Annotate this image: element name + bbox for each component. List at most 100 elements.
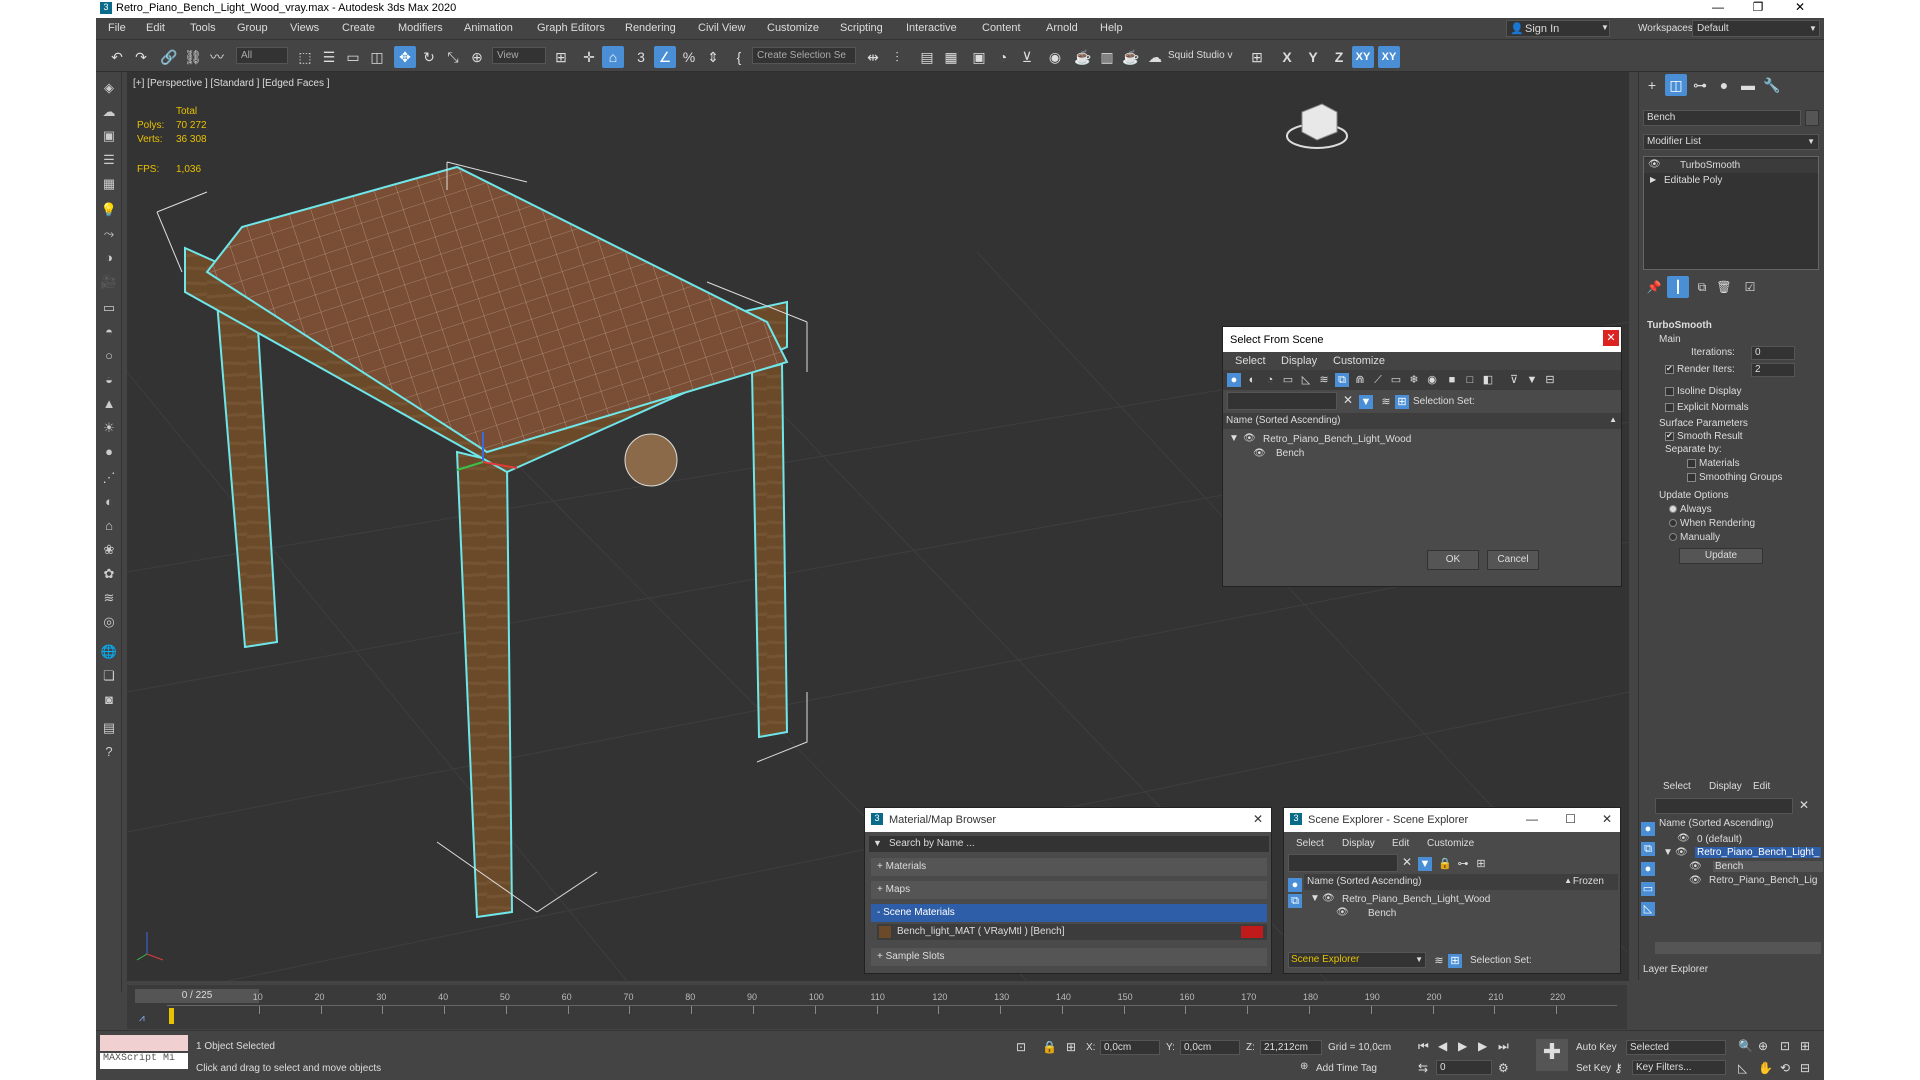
display-tab-icon[interactable]: ▬ [1737,74,1759,96]
stack-item-editable-poly[interactable]: ▶ Editable Poly [1644,174,1818,188]
dialog-menu-customize[interactable]: Customize [1333,355,1385,367]
clear-search-icon[interactable]: ✕ [1402,855,1412,869]
layer-menu-display[interactable]: Display [1709,781,1742,792]
pan-icon[interactable]: ✋ [1758,1061,1773,1075]
rollout-maps[interactable]: + Maps [871,881,1267,899]
material-editor-icon[interactable]: ◉ [1044,46,1066,68]
axis-x-button[interactable]: X [1276,46,1298,68]
expand-arrow-icon[interactable]: ▼ [1310,893,1320,904]
select-all-icon[interactable]: ■ [1445,373,1459,387]
layers-icon[interactable]: ≋ [1379,395,1393,409]
dome-icon[interactable]: ◓ [99,324,119,342]
list-icon[interactable]: ☰ [99,152,119,170]
eye-icon[interactable]: 👁 [1677,833,1690,844]
manipulate-icon[interactable]: ✛ [578,46,600,68]
motion-tab-icon[interactable]: ● [1713,74,1735,96]
menu-scripting[interactable]: Scripting [840,22,883,34]
selection-set-icon[interactable]: ⊞ [1395,395,1409,409]
stack-item-turbosmooth[interactable]: 👁 TurboSmooth [1644,159,1818,173]
filter-toggle-icon[interactable]: ▼ [1359,395,1373,409]
percent-snap-icon[interactable]: % [678,46,700,68]
play-icon[interactable]: ▶ [1458,1039,1467,1053]
filter-funnel-icon[interactable]: ▼ [1525,373,1539,387]
lock-icon[interactable]: 🔒 [1438,857,1452,871]
maximize-icon[interactable]: ☐ [1565,812,1576,826]
explorer-menu-display[interactable]: Display [1342,838,1375,849]
curve-editor-mini-icon[interactable]: ⩘ [139,1013,145,1024]
dialog-menu-select[interactable]: Select [1235,355,1266,367]
hf-icon[interactable]: ≋ [99,590,119,608]
unlink-icon[interactable]: ⛓ [182,46,204,68]
eye-icon[interactable]: 👁 [1322,893,1335,904]
sphere-light-icon[interactable]: ○ [99,348,119,366]
next-frame-icon[interactable]: ▶ [1478,1039,1487,1053]
render-setup-icon[interactable]: ☕ [1072,46,1094,68]
expand-arrow-icon[interactable]: ▼ [1663,847,1673,858]
iterations-spinner[interactable]: 0 [1751,346,1795,360]
timeline-track[interactable]: 10 20 30 40 50 60 70 80 90 100 110 120 130 140 150 160 1… [167,992,1617,1027]
ribbon-toggle-icon[interactable]: ▣ [968,46,990,68]
plane-icon[interactable]: ▭ [99,300,119,318]
isolate-icon[interactable]: ⊡ [1016,1040,1026,1054]
axis-z-button[interactable]: Z [1328,46,1350,68]
absolute-mode-icon[interactable]: ⊞ [1066,1040,1076,1054]
object-name-input[interactable]: Bench [1643,110,1801,126]
layer-search-input[interactable] [1655,798,1793,814]
snaps-toggle-icon[interactable]: 3 [630,46,652,68]
viewport-label[interactable]: [+] [Perspective ] [Standard ] [Edged Fa… [133,78,330,89]
layer-menu-select[interactable]: Select [1663,781,1691,792]
maxscript-listener-pink[interactable] [100,1035,188,1051]
y-coordinate-field[interactable]: 0,0cm [1180,1040,1240,1055]
filter-geometry-icon[interactable]: ● [1227,373,1241,387]
key-mode-icon[interactable]: ⇆ [1418,1061,1428,1075]
go-to-end-icon[interactable]: ⏭ [1498,1039,1509,1054]
rollout-sample-slots[interactable]: + Sample Slots [871,948,1267,966]
utilities-tab-icon[interactable]: 🔧 [1761,74,1783,96]
minimize-button[interactable]: — [1698,0,1738,18]
configure-modifier-sets-icon[interactable]: ☑ [1739,276,1761,298]
hierarchy-icon[interactable]: ⊶ [1456,857,1470,871]
browser-search-field[interactable]: ▼ Search by Name ... [869,836,1269,852]
angle-snap-icon[interactable]: ∠ [654,46,676,68]
axis-xy-button[interactable]: XY [1352,46,1374,68]
time-slider[interactable]: 0 / 225 [135,989,259,1003]
filter-geometry-icon[interactable]: ● [1641,822,1655,836]
spinner-snap-icon[interactable]: ⇕ [702,46,724,68]
layer-horizontal-scrollbar[interactable] [1655,942,1821,954]
previous-frame-icon[interactable]: ◀ [1438,1039,1447,1053]
menu-file[interactable]: File [108,22,126,34]
menu-content[interactable]: Content [982,22,1021,34]
current-frame-marker[interactable] [169,1008,174,1024]
menu-group[interactable]: Group [237,22,268,34]
menu-rendering[interactable]: Rendering [625,22,676,34]
dialog-search-input[interactable] [1227,392,1337,410]
select-by-name-icon[interactable]: ☰ [318,46,340,68]
menu-help[interactable]: Help [1100,22,1123,34]
schematic-view-icon[interactable]: ⊻ [1016,46,1038,68]
maxscript-mini-listener[interactable]: MAXScript Mi [100,1053,188,1069]
when-rendering-radio[interactable]: When Rendering [1669,518,1755,529]
remove-modifier-icon[interactable]: 🗑 [1713,276,1735,298]
window-crossing-icon[interactable]: ◫ [366,46,388,68]
render-production-icon[interactable]: ☕ [1120,46,1142,68]
add-time-tag[interactable]: Add Time Tag [1316,1063,1377,1074]
set-key-button[interactable]: Set Key [1576,1063,1611,1074]
axis-xy-cycle-button[interactable]: XY [1378,46,1400,68]
render-iters-checkbox[interactable]: Render Iters: [1665,364,1735,375]
layer-item-root[interactable]: Retro_Piano_Bench_Light_ [1695,847,1822,858]
menu-create[interactable]: Create [342,22,375,34]
tree-item-bench[interactable]: Bench [1276,448,1616,459]
scale-icon[interactable]: ⤡ [442,46,464,68]
select-none-icon[interactable]: □ [1463,373,1477,387]
headphones-icon[interactable]: ◑ [99,250,119,268]
smooth-result-checkbox[interactable]: Smooth Result [1665,431,1743,442]
menu-animation[interactable]: Animation [464,22,513,34]
explorer-search-input[interactable] [1288,854,1398,872]
menu-modifiers[interactable]: Modifiers [398,22,443,34]
cube-icon[interactable]: ◙ [99,692,119,710]
rendered-frame-window-icon[interactable]: ▥ [1096,46,1118,68]
filter-groups-icon[interactable]: ⧉ [1288,894,1302,908]
image-icon[interactable]: ▣ [99,128,119,146]
eye-icon[interactable]: 👁 [1253,448,1266,459]
eye-icon[interactable]: 👁 [1648,159,1661,170]
